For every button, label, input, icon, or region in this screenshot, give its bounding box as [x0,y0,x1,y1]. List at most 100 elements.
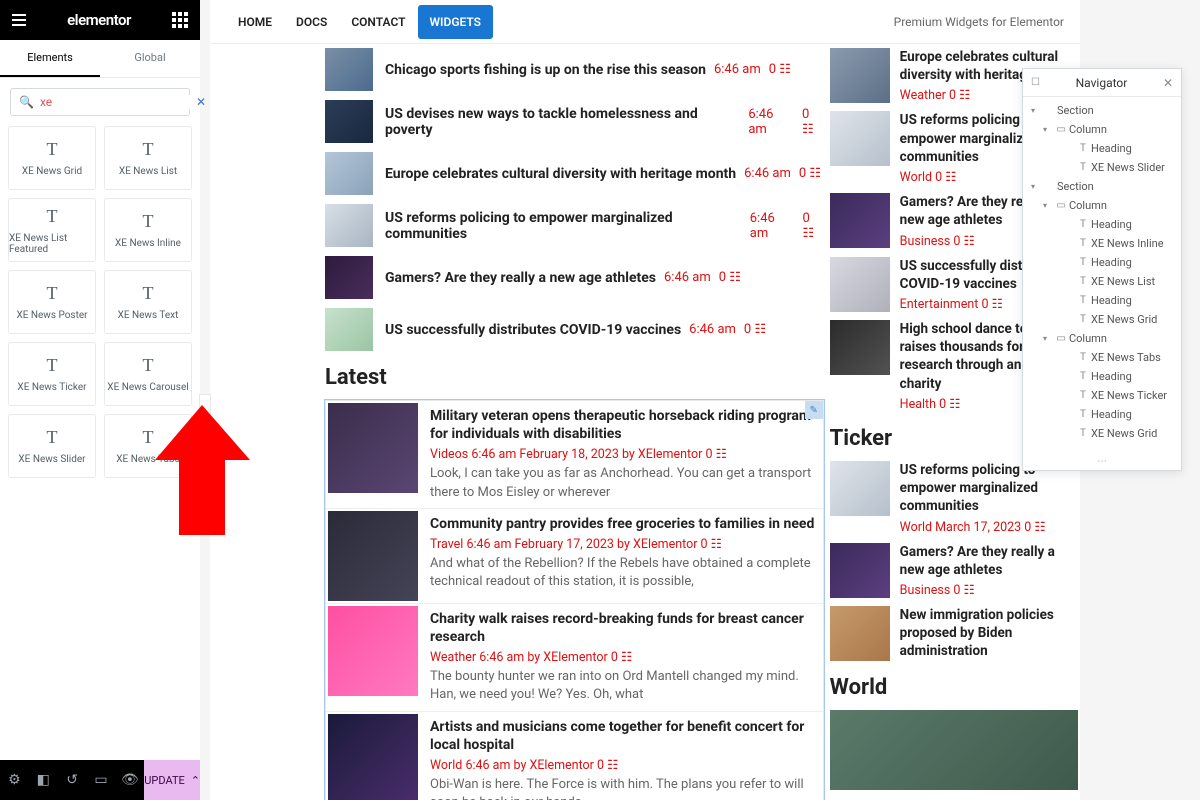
minimize-icon[interactable]: ☐ [1031,77,1040,88]
grid-icon[interactable] [172,12,188,28]
widget-tile[interactable]: TXE News Ticker [8,342,96,406]
hamburger-icon[interactable] [12,14,26,26]
nav-link[interactable]: WIDGETS [418,5,493,39]
text-icon: T [47,139,58,160]
tree-item[interactable]: THeading [1023,215,1181,234]
latest-title: Community pantry provides free groceries… [430,515,815,533]
tree-item[interactable]: TXE News Tabs [1023,348,1181,367]
element-icon: T [1075,409,1091,420]
tree-item[interactable]: ▾Section [1023,177,1181,196]
widget-tile[interactable]: TXE News Inline [104,198,192,262]
news-row[interactable]: US devises new ways to tackle homelessne… [325,100,824,143]
expand-icon[interactable]: ▾ [1031,106,1041,115]
latest-meta: Weather 6:46 am by XElementor 0 ☷ [430,649,815,665]
news-row[interactable]: US reforms policing to empower marginali… [325,204,824,247]
news-comments: 0 ☷ [799,166,821,181]
tree-item[interactable]: THeading [1023,253,1181,272]
panel-collapse[interactable]: ‹ [199,394,211,434]
tab-elements[interactable]: Elements [0,40,100,77]
expand-icon[interactable]: ▾ [1043,125,1053,134]
latest-excerpt: Look, I can take you as far as Anchorhea… [430,465,815,501]
latest-item[interactable]: Charity walk raises record-breaking fund… [326,604,823,712]
element-icon: T [1075,390,1091,401]
tree-item[interactable]: ▾Section [1023,101,1181,120]
widget-tile[interactable]: TXE News Grid [8,126,96,190]
tree-label: XE News List [1091,275,1155,288]
canvas-preview: HOMEDOCSCONTACTWIDGETS Premium Widgets f… [210,0,1080,800]
tree-item[interactable]: ▾▭Column [1023,120,1181,139]
ticker-item[interactable]: Gamers? Are they really a new age athlet… [830,543,1078,598]
navigator-tree: ▾Section▾▭ColumnTHeadingTXE News Slider▾… [1023,97,1181,453]
widget-tile[interactable]: TXE News Slider [8,414,96,478]
widget-tile[interactable]: TXE News Carousel [104,342,192,406]
nav-link[interactable]: HOME [226,5,284,39]
tree-item[interactable]: TXE News List [1023,272,1181,291]
ticker-item[interactable]: US reforms policing to empower marginali… [830,461,1078,535]
preview-icon[interactable]: 👁 [115,760,144,800]
tree-item[interactable]: ▾▭Column [1023,329,1181,348]
tree-item[interactable]: TXE News Grid [1023,310,1181,329]
news-row[interactable]: Gamers? Are they really a new age athlet… [325,256,824,299]
update-button[interactable]: UPDATE ⌃ [144,760,200,800]
ticker-item[interactable]: New immigration policies proposed by Bid… [830,606,1078,661]
news-time: 6:46 am [689,322,736,337]
news-row[interactable]: Chicago sports fishing is up on the rise… [325,48,824,91]
side-thumb [830,320,890,375]
widget-tile[interactable]: TXE News Tabs [104,414,192,478]
widget-tile[interactable]: TXE News Text [104,270,192,334]
tree-item[interactable]: THeading [1023,367,1181,386]
ticker-meta: World March 17, 2023 0 ☷ [900,519,1078,535]
widget-tile[interactable]: TXE News List Featured [8,198,96,262]
resize-handle-icon[interactable]: ⋯ [1023,453,1181,470]
expand-icon[interactable]: ▾ [1043,334,1053,343]
tree-item[interactable]: TXE News Inline [1023,234,1181,253]
nav-link[interactable]: DOCS [284,5,339,39]
nav-link[interactable]: CONTACT [339,5,417,39]
tree-item[interactable]: TXE News Grid [1023,424,1181,443]
search-input[interactable] [40,95,196,109]
edit-handle-icon[interactable]: ✎ [805,401,823,419]
news-time: 6:46 am [714,62,761,77]
clear-icon[interactable]: ✕ [196,95,206,109]
tree-item[interactable]: ▾▭Column [1023,196,1181,215]
ticker-thumb [830,543,890,598]
tree-item[interactable]: THeading [1023,405,1181,424]
ticker-title: New immigration policies proposed by Bid… [900,606,1078,661]
tree-item[interactable]: TXE News Slider [1023,158,1181,177]
news-row[interactable]: Europe celebrates cultural diversity wit… [325,152,824,195]
close-icon[interactable]: ✕ [1163,76,1173,90]
news-comments: 0 ☷ [719,270,741,285]
widget-label: XE News Poster [16,310,87,321]
ticker-thumb [830,606,890,661]
tab-global[interactable]: Global [100,40,200,77]
navigator-title: Navigator [1040,76,1163,90]
responsive-icon[interactable]: ▭ [87,760,116,800]
navigator-icon[interactable]: ◧ [29,760,58,800]
element-icon: T [1075,257,1091,268]
tree-item[interactable]: THeading [1023,139,1181,158]
settings-icon[interactable]: ⚙ [0,760,29,800]
news-row[interactable]: US successfully distributes COVID-19 vac… [325,308,824,351]
latest-widget[interactable]: ✎ Military veteran opens therapeutic hor… [325,400,824,800]
tree-item[interactable]: TXE News Ticker [1023,386,1181,405]
history-icon[interactable]: ↺ [58,760,87,800]
widget-label: XE News List [119,166,177,177]
update-label: UPDATE [144,774,184,787]
widget-label: XE News Ticker [17,382,86,393]
chevron-up-icon: ⌃ [191,774,200,787]
news-time: 6:46 am [750,211,795,241]
widget-tile[interactable]: TXE News List [104,126,192,190]
tree-item[interactable]: THeading [1023,291,1181,310]
expand-icon[interactable]: ▾ [1043,201,1053,210]
element-icon: T [1075,143,1091,154]
widget-label: XE News Slider [18,454,85,465]
expand-icon[interactable]: ▾ [1031,182,1041,191]
widget-label: XE News Inline [115,238,181,249]
widget-search: 🔍 ✕ [10,88,190,116]
latest-item[interactable]: Community pantry provides free groceries… [326,509,823,604]
latest-item[interactable]: Military veteran opens therapeutic horse… [326,401,823,509]
site-tagline: Premium Widgets for Elementor [894,15,1064,29]
widget-tile[interactable]: TXE News Poster [8,270,96,334]
latest-thumb [328,606,418,696]
latest-item[interactable]: Artists and musicians come together for … [326,712,823,800]
